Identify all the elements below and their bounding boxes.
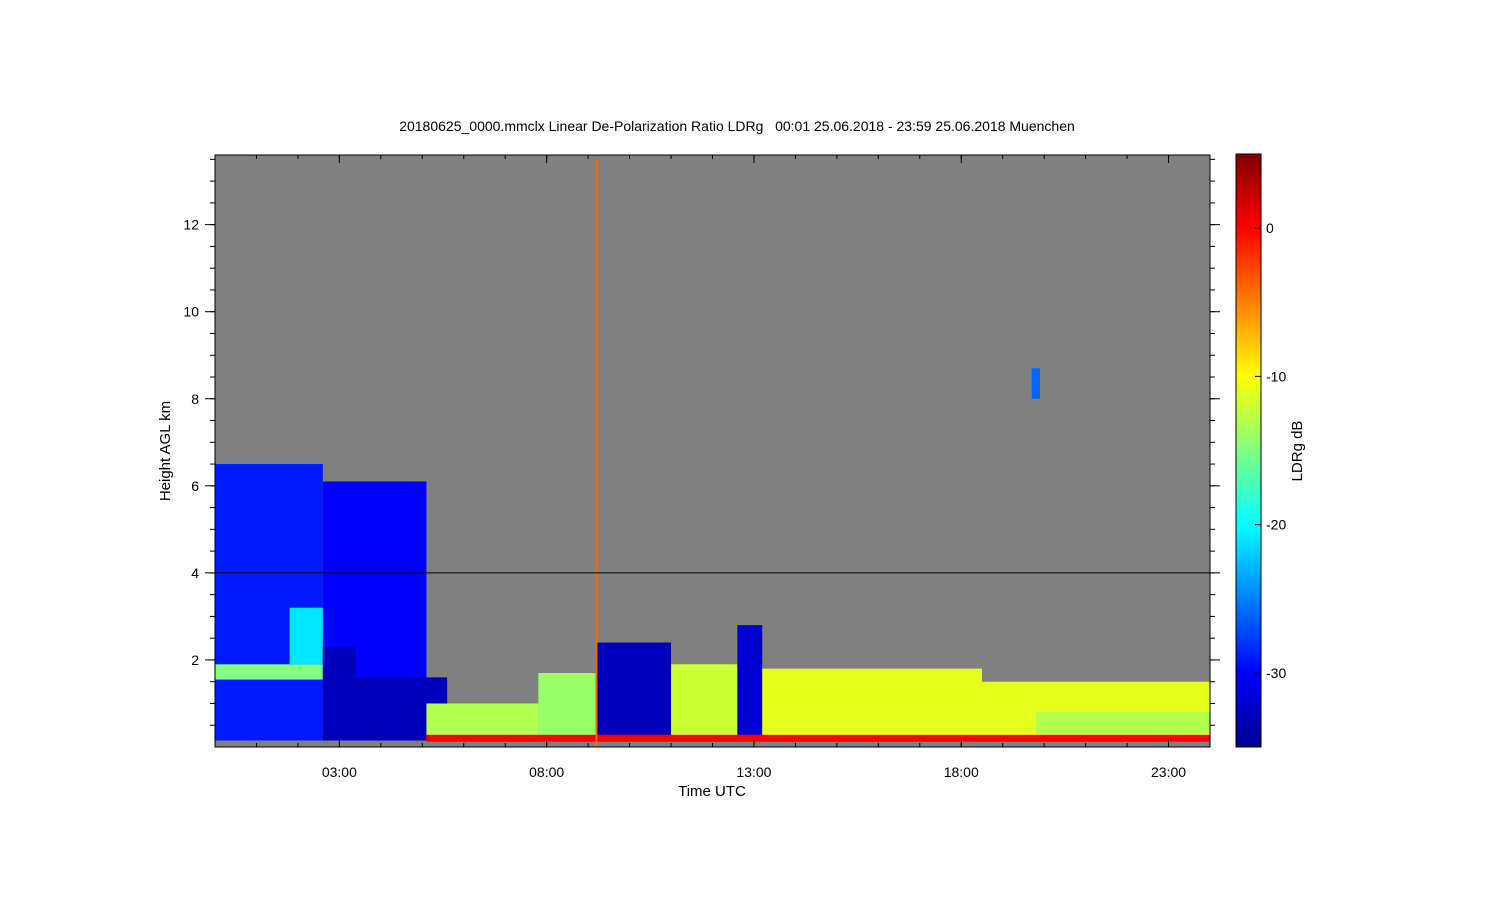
ldr-region bbox=[671, 664, 738, 741]
ldr-region bbox=[1031, 368, 1041, 399]
vertical-artifact-line bbox=[595, 159, 598, 747]
ldr-time-height-chart: 20180625_0000.mmclx Linear De-Polarizati… bbox=[157, 118, 1306, 800]
y-tick-label: 8 bbox=[191, 391, 199, 407]
x-axis-label: Time UTC bbox=[678, 783, 746, 800]
x-tick-label: 23:00 bbox=[1151, 764, 1186, 780]
y-tick-label: 12 bbox=[183, 217, 199, 233]
ldr-region bbox=[762, 668, 982, 741]
ldr-region bbox=[737, 625, 763, 739]
x-tick-label: 13:00 bbox=[736, 764, 771, 780]
ldr-region bbox=[426, 734, 1210, 742]
ldr-region bbox=[215, 664, 323, 680]
chart-title: 20180625_0000.mmclx Linear De-Polarizati… bbox=[399, 118, 1075, 134]
y-tick-label: 6 bbox=[191, 478, 199, 494]
colorbar-tick-label: 0 bbox=[1266, 220, 1274, 236]
colorbar-tick-label: -30 bbox=[1266, 665, 1286, 681]
y-axis-label: Height AGL km bbox=[157, 401, 174, 501]
colorbar bbox=[1235, 153, 1262, 748]
y-tick-label: 10 bbox=[183, 304, 199, 320]
ldr-region bbox=[1035, 712, 1210, 734]
ldr-region bbox=[322, 646, 356, 741]
ldr-region bbox=[215, 464, 323, 741]
colorbar-tick-label: -20 bbox=[1266, 517, 1286, 533]
y-tick-label: 2 bbox=[191, 652, 199, 668]
x-tick-label: 03:00 bbox=[322, 764, 357, 780]
ldr-region bbox=[538, 673, 597, 741]
ldr-region bbox=[596, 642, 672, 739]
y-tick-label: 4 bbox=[191, 565, 199, 581]
x-tick-label: 08:00 bbox=[529, 764, 564, 780]
ldr-region bbox=[289, 607, 323, 665]
colorbar-tick-label: -10 bbox=[1266, 368, 1286, 384]
x-tick-label: 18:00 bbox=[944, 764, 979, 780]
colorbar-label: LDRg dB bbox=[1289, 421, 1306, 482]
